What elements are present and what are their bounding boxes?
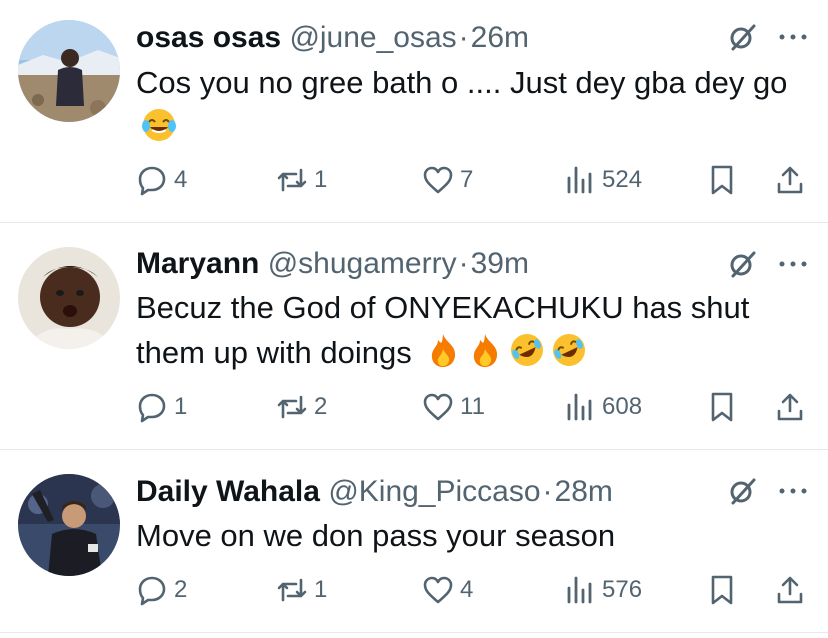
repost-icon [277,578,307,602]
bookmark-button[interactable] [706,570,738,610]
repost-button[interactable]: 2 [276,387,327,427]
repost-button[interactable]: 1 [276,160,327,200]
bookmark-icon [711,165,733,195]
repost-count: 1 [314,576,328,603]
like-count: 11 [460,393,485,420]
more-options-icon[interactable] [776,22,810,52]
share-icon [777,166,803,194]
share-icon [777,393,803,421]
heart-icon [423,576,453,604]
reply-count: 2 [174,576,188,603]
separator-dot: · [458,247,469,280]
tweet-text-content: Move on we don pass your season [136,518,616,553]
tweet-1[interactable]: osas osas @june_osas·26m Cos you no gree… [0,0,828,222]
views-count: 608 [602,393,643,420]
display-name[interactable]: Daily Wahala [136,475,320,508]
like-button[interactable]: 11 [422,387,485,427]
more-options-icon[interactable] [776,249,810,279]
reply-count: 4 [174,166,188,193]
tweet-header: osas osas @june_osas·26m [136,18,529,58]
tweet-text: Becuz the God of ONYEKACHUKU has shut th… [136,285,816,375]
avatar-image [18,20,120,122]
grok-icon[interactable] [728,22,758,52]
tweet-2[interactable]: Maryann @shugamerry·39m Becuz the God of… [0,223,828,449]
bookmark-icon [711,575,733,605]
views-icon [567,166,592,194]
separator-dot: · [458,21,469,54]
share-button[interactable] [774,570,806,610]
share-button[interactable] [774,160,806,200]
avatar-osas[interactable] [18,20,120,122]
views-button[interactable]: 524 [564,160,642,200]
action-bar: 2 1 4 576 [136,570,816,610]
bookmark-button[interactable] [706,387,738,427]
repost-icon [277,168,307,192]
tweet-text: Cos you no gree bath o .... Just dey gba… [136,60,816,150]
rolling-on-floor-laughing-emoji [511,334,544,366]
share-icon [777,576,803,604]
reply-icon [138,576,166,606]
like-button[interactable]: 7 [422,160,473,200]
fire-emoji [474,334,498,367]
timestamp[interactable]: 28m [555,475,613,508]
tweet-header: Daily Wahala @King_Piccaso·28m [136,472,613,512]
grok-icon[interactable] [728,249,758,279]
tweet-3[interactable]: Daily Wahala @King_Piccaso·28m Move on w… [0,450,828,638]
timestamp[interactable]: 39m [471,247,529,280]
views-count: 576 [602,576,643,603]
bookmark-button[interactable] [706,160,738,200]
reply-button[interactable]: 2 [136,570,187,610]
like-count: 4 [460,576,474,603]
views-button[interactable]: 576 [564,570,642,610]
grok-icon[interactable] [728,476,758,506]
tweet-header: Maryann @shugamerry·39m [136,244,529,284]
action-bar: 4 1 7 524 [136,160,816,200]
repost-icon [277,395,307,419]
reply-icon [138,393,166,423]
user-handle[interactable]: @june_osas [289,21,456,54]
views-count: 524 [602,166,643,193]
tweet-text: Move on we don pass your season [136,513,816,558]
repost-count: 2 [314,393,328,420]
reply-icon [138,166,166,196]
like-count: 7 [460,166,474,193]
face-with-tears-of-joy-emoji [142,109,176,141]
reply-feed: osas osas @june_osas·26m Cos you no gree… [0,0,828,638]
repost-button[interactable]: 1 [276,570,327,610]
bookmark-icon [711,392,733,422]
timestamp[interactable]: 26m [471,21,529,54]
action-bar: 1 2 11 608 [136,387,816,427]
fire-emoji [432,334,456,367]
user-handle[interactable]: @shugamerry [268,247,457,280]
separator-dot: · [542,475,553,508]
views-icon [567,576,592,604]
like-button[interactable]: 4 [422,570,473,610]
avatar-image [18,247,120,349]
avatar-daily-wahala[interactable] [18,474,120,576]
heart-icon [423,393,453,421]
share-button[interactable] [774,387,806,427]
avatar-maryann[interactable] [18,247,120,349]
reply-count: 1 [174,393,188,420]
divider [0,632,828,633]
heart-icon [423,166,453,194]
user-handle[interactable]: @King_Piccaso [328,475,540,508]
repost-count: 1 [314,166,328,193]
rolling-on-floor-laughing-emoji [553,334,586,366]
display-name[interactable]: osas osas [136,21,281,54]
display-name[interactable]: Maryann [136,247,259,280]
avatar-image [18,474,120,576]
reply-button[interactable]: 4 [136,160,187,200]
views-icon [567,393,592,421]
reply-button[interactable]: 1 [136,387,187,427]
tweet-text-content: Cos you no gree bath o .... Just dey gba… [136,65,788,100]
more-options-icon[interactable] [776,476,810,506]
views-button[interactable]: 608 [564,387,642,427]
